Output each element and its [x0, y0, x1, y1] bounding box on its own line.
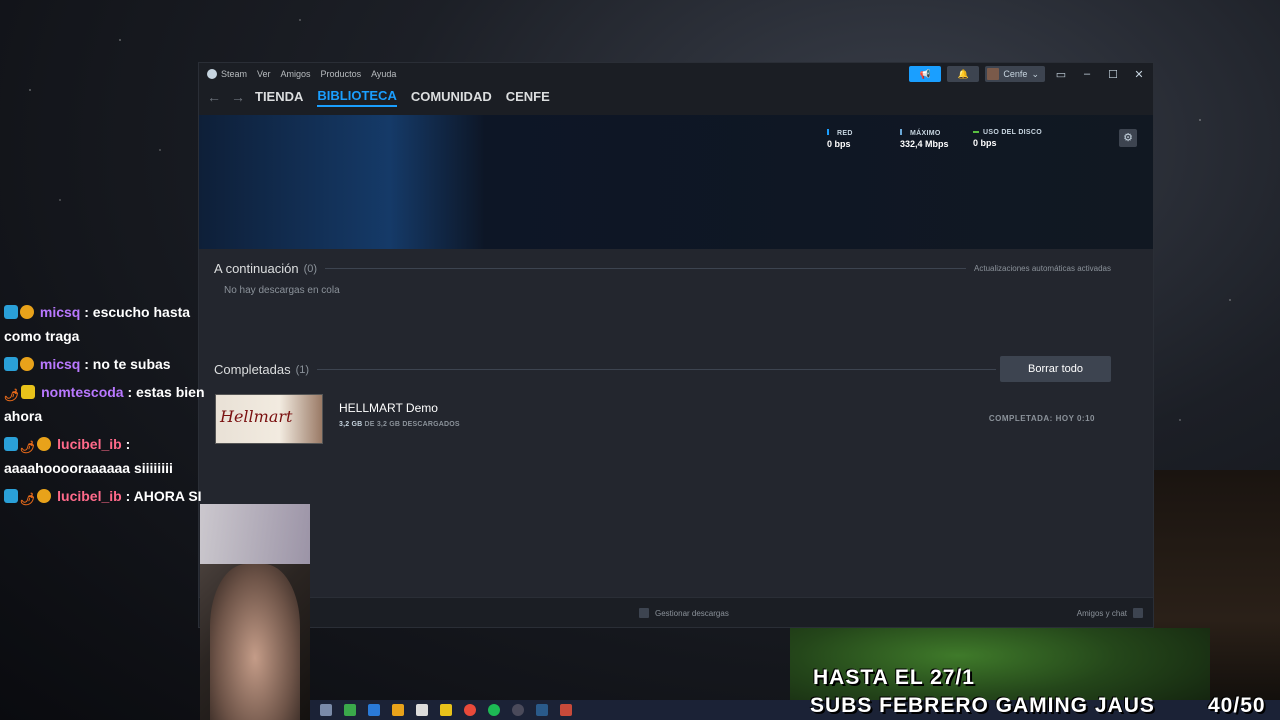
network-value: 0 bps [827, 139, 851, 149]
announcements-button[interactable]: 📢 [909, 66, 942, 82]
stream-chat: micsq : escucho hasta como traga micsq :… [0, 298, 215, 510]
sub-counter: 40/50 [1208, 694, 1266, 717]
pepper-badge-icon: 🌶 [20, 440, 36, 454]
spotify-icon[interactable] [488, 704, 500, 716]
completion-status: COMPLETADA: HOY 0:10 [988, 414, 1095, 423]
menu-ayuda[interactable]: Ayuda [371, 69, 396, 79]
completed-title: Completadas [214, 362, 291, 377]
menu-amigos[interactable]: Amigos [281, 69, 311, 79]
completed-count: (1) [295, 363, 310, 376]
queue-count: (0) [303, 262, 318, 275]
close-button[interactable]: ✕ [1129, 68, 1149, 81]
crown-badge-icon [21, 385, 36, 399]
monitor-icon: ▭ [1055, 68, 1067, 81]
bars-icon [827, 129, 833, 135]
sub-badge-icon [37, 489, 52, 503]
game-size: 3,2 GB DE 3,2 GB DESCARGADOS [339, 421, 460, 428]
prime-badge-icon [4, 489, 18, 503]
stat-peak: MÁXIMO 332,4 Mbps [900, 129, 949, 149]
completed-header: Completadas (1) [214, 362, 1004, 377]
prime-badge-icon [4, 437, 18, 451]
menu-productos[interactable]: Productos [321, 69, 362, 79]
queue-empty-message: No hay descargas en cola [224, 285, 340, 296]
user-menu-button[interactable]: Cenfe ⌄ [985, 66, 1045, 82]
folder-icon[interactable] [440, 704, 452, 716]
tab-comunidad[interactable]: COMUNIDAD [411, 89, 492, 106]
sub-badge-icon [20, 357, 34, 371]
maximize-button[interactable]: ☐ [1103, 68, 1123, 81]
steam-icon[interactable] [536, 704, 548, 716]
forward-arrow-icon[interactable]: → [231, 89, 245, 105]
tab-tienda[interactable]: TIENDA [255, 89, 303, 106]
queue-header: A continuación (0) Actualizaciones autom… [214, 261, 1111, 276]
download-icon [639, 608, 649, 618]
divider [317, 369, 996, 370]
stat-disk: USO DEL DISCO 0 bps [973, 129, 1043, 148]
download-item[interactable]: Hellmart HELLMART Demo 3,2 GB DE 3,2 GB … [215, 394, 1095, 444]
stat-network: RED 0 bps [827, 129, 853, 149]
footer-bar: Gestionar descargas Amigos y chat [199, 597, 1153, 627]
app-icon[interactable] [416, 704, 428, 716]
avatar [987, 68, 1000, 80]
tab-biblioteca[interactable]: BIBLIOTECA [317, 88, 397, 107]
keyboard-icon[interactable] [320, 704, 332, 716]
line-icon [973, 131, 979, 134]
sub-badge-icon [20, 305, 34, 319]
peak-value: 332,4 Mbps [900, 139, 949, 149]
notifications-button[interactable]: 🔔 [947, 66, 980, 82]
app-icon[interactable] [392, 704, 404, 716]
menu-steam[interactable]: Steam [221, 69, 247, 79]
obs-icon[interactable] [512, 704, 524, 716]
clear-all-button[interactable]: Borrar todo [1000, 356, 1111, 382]
big-picture-button[interactable]: ▭ [1051, 68, 1071, 81]
sub-badge-icon [37, 437, 52, 451]
queue-title: A continuación [214, 261, 299, 276]
divider [325, 268, 967, 269]
chrome-icon[interactable] [464, 704, 476, 716]
prime-badge-icon [4, 305, 18, 319]
app-icon[interactable] [344, 704, 356, 716]
game-logo-text: Hellmart [220, 407, 293, 426]
downloads-content: A continuación (0) Actualizaciones autom… [199, 249, 1153, 597]
tab-cenfe[interactable]: CENFE [506, 89, 550, 106]
chat-message: 🌶 lucibel_ib : AHORA SI [0, 482, 215, 510]
game-name[interactable]: HELLMART Demo [339, 401, 438, 415]
goal-title-text: SUBS FEBRERO GAMING JAUS [810, 694, 1155, 717]
chevron-down-icon: ⌄ [1031, 68, 1039, 79]
chat-icon [1133, 608, 1143, 618]
webcam-feed [200, 504, 310, 720]
bars-icon [900, 129, 906, 135]
nav-bar: ← → TIENDA BIBLIOTECA COMUNIDAD CENFE [199, 85, 1153, 109]
game-thumbnail[interactable]: Hellmart [215, 394, 323, 444]
goal-date-text: HASTA EL 27/1 [813, 666, 975, 689]
prime-badge-icon [4, 357, 18, 371]
back-arrow-icon[interactable]: ← [207, 89, 221, 105]
friends-chat-button[interactable]: Amigos y chat [1077, 608, 1143, 618]
steam-logo-icon [207, 69, 217, 79]
streamer-face [210, 564, 300, 720]
game-icon[interactable] [560, 704, 572, 716]
minimize-button[interactable]: – [1077, 68, 1097, 80]
menu-ver[interactable]: Ver [257, 69, 271, 79]
settings-button[interactable]: ⚙ [1119, 129, 1137, 147]
gear-icon: ⚙ [1123, 132, 1133, 144]
pepper-badge-icon: 🌶 [20, 492, 36, 506]
downloads-header: RED 0 bps MÁXIMO 332,4 Mbps USO DEL DISC… [199, 115, 1153, 249]
chat-message: 🌶 nomtescoda : estas bien ahora [4, 384, 205, 424]
pepper-badge-icon: 🌶 [4, 388, 20, 402]
user-name: Cenfe [1003, 69, 1028, 79]
bell-icon: 🔔 [957, 68, 970, 79]
manage-downloads-button[interactable]: Gestionar descargas [639, 608, 729, 618]
auto-updates-status[interactable]: Actualizaciones automáticas activadas [974, 264, 1111, 273]
chat-message: micsq : no te subas [0, 350, 215, 378]
app-icon[interactable] [368, 704, 380, 716]
disk-value: 0 bps [973, 138, 997, 148]
steam-window: Steam Ver Amigos Productos Ayuda 📢 🔔 Cen… [198, 62, 1154, 628]
chat-message: 🌶 lucibel_ib : aaaahooooraaaaaa siiiiiii… [4, 436, 173, 476]
title-bar: Steam Ver Amigos Productos Ayuda 📢 🔔 Cen… [199, 63, 1153, 85]
megaphone-icon: 📢 [919, 68, 932, 79]
chat-message: micsq : escucho hasta como traga [4, 304, 191, 344]
